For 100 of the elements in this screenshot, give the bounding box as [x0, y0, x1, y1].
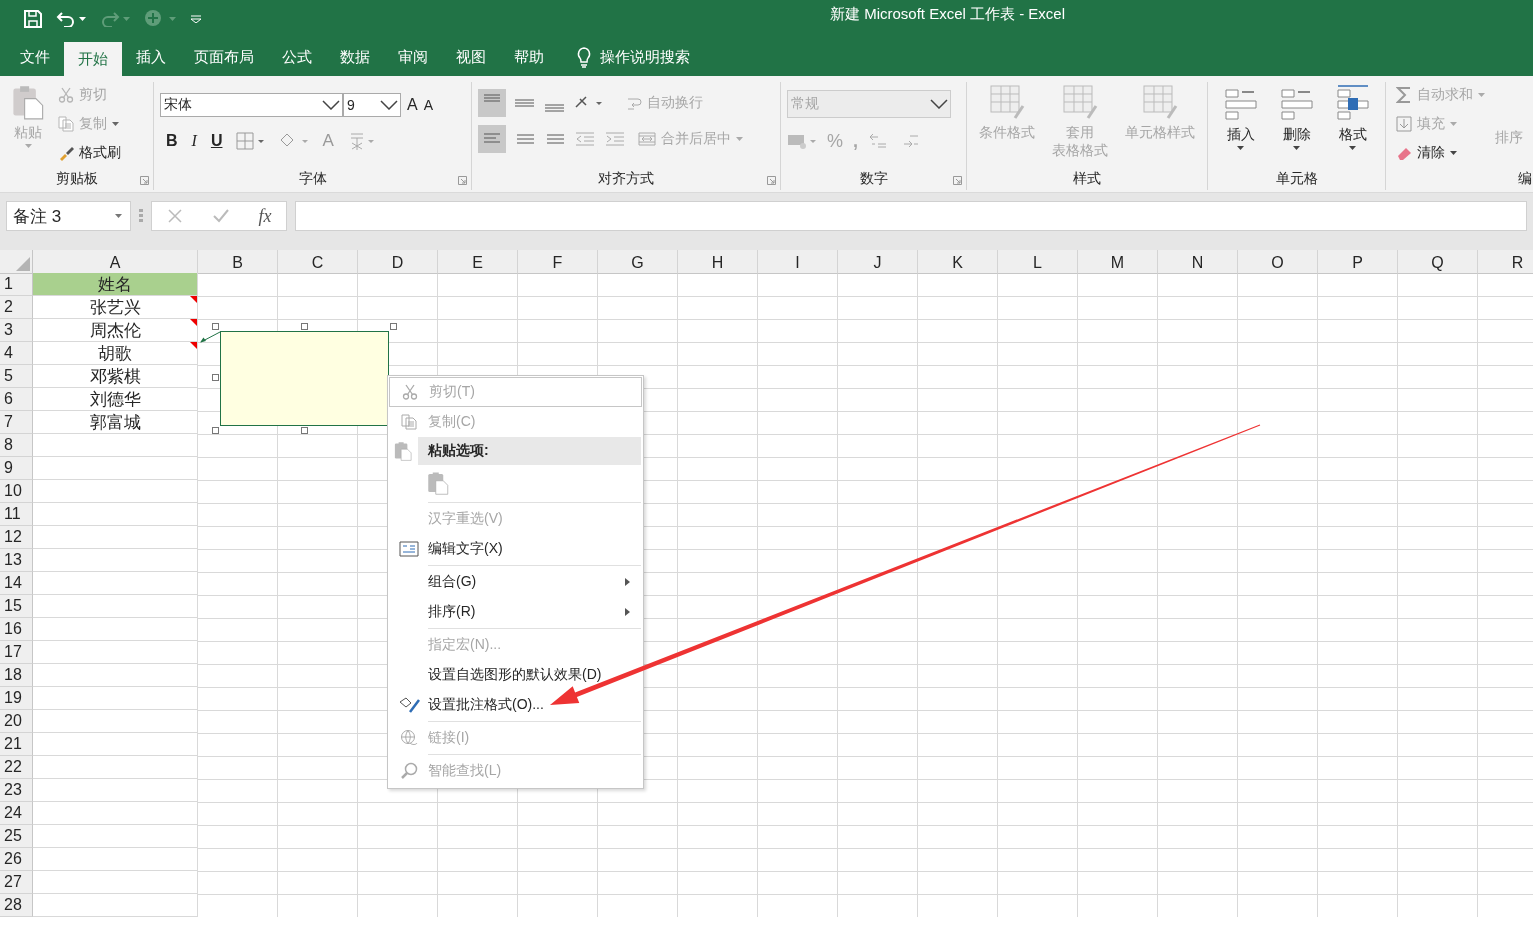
- row-header[interactable]: 14: [0, 572, 33, 595]
- ribbon-tab[interactable]: 视图: [442, 38, 500, 76]
- resize-handle[interactable]: [212, 323, 219, 330]
- row-header[interactable]: 16: [0, 618, 33, 641]
- cells-button[interactable]: 格式: [1329, 82, 1376, 168]
- bold-button[interactable]: B: [166, 132, 178, 150]
- save-icon: [24, 10, 42, 28]
- increase-font-size-button[interactable]: A: [407, 96, 418, 114]
- button-label: 表格格式: [1052, 141, 1108, 159]
- menu-item[interactable]: 组合(G): [389, 567, 642, 597]
- column-header[interactable]: M: [1078, 250, 1158, 274]
- row-header[interactable]: 7: [0, 411, 33, 434]
- table-cell: 周杰伦: [33, 319, 198, 342]
- row-header[interactable]: 11: [0, 503, 33, 526]
- chevron-icon: [322, 100, 340, 110]
- ribbon-tab[interactable]: 审阅: [384, 38, 442, 76]
- column-header[interactable]: F: [518, 250, 598, 274]
- italic-button[interactable]: I: [191, 132, 197, 150]
- column-header[interactable]: L: [998, 250, 1078, 274]
- row-header[interactable]: 17: [0, 641, 33, 664]
- font-size-field[interactable]: 9: [343, 93, 401, 117]
- column-header[interactable]: N: [1158, 250, 1238, 274]
- cancel-icon: [166, 208, 183, 224]
- resize-handle[interactable]: [212, 427, 219, 434]
- column-header[interactable]: O: [1238, 250, 1318, 274]
- format-painter-button[interactable]: 格式刷: [58, 140, 121, 165]
- column-header[interactable]: A: [33, 250, 198, 274]
- copy-icon: [400, 414, 417, 430]
- row-header[interactable]: 2: [0, 296, 33, 319]
- ribbon-tab[interactable]: 页面布局: [180, 38, 268, 76]
- row-header[interactable]: 10: [0, 480, 33, 503]
- align-middle-icon: [514, 99, 536, 107]
- row-header[interactable]: 13: [0, 549, 33, 572]
- table-cell: 邓紫棋: [33, 365, 198, 388]
- cells-button[interactable]: 删除: [1273, 82, 1320, 168]
- column-header[interactable]: H: [678, 250, 758, 274]
- column-header[interactable]: P: [1318, 250, 1398, 274]
- font-name-field[interactable]: 宋体: [160, 93, 343, 117]
- menu-item[interactable]: 设置批注格式(O)...: [389, 690, 642, 720]
- row-header[interactable]: 9: [0, 457, 33, 480]
- column-header[interactable]: R: [1478, 250, 1533, 274]
- row-header[interactable]: 24: [0, 802, 33, 825]
- resize-handle[interactable]: [301, 323, 308, 330]
- column-header[interactable]: K: [918, 250, 998, 274]
- ribbon-tab[interactable]: 数据: [326, 38, 384, 76]
- ribbon-tab[interactable]: 帮助: [500, 38, 558, 76]
- comment-box[interactable]: [220, 331, 389, 426]
- row-header[interactable]: 21: [0, 733, 33, 756]
- column-header[interactable]: E: [438, 250, 518, 274]
- ribbon-tab[interactable]: 插入: [122, 38, 180, 76]
- ribbon-tab[interactable]: 开始: [64, 42, 122, 76]
- ribbon-tab[interactable]: 公式: [268, 38, 326, 76]
- column-header[interactable]: B: [198, 250, 278, 274]
- resize-handle[interactable]: [212, 374, 219, 381]
- row-header[interactable]: 18: [0, 664, 33, 687]
- decrease-font-size-button[interactable]: A: [423, 97, 433, 113]
- chevron-icon: [380, 100, 398, 110]
- customize-toolbar-icon: [190, 15, 202, 23]
- column-header[interactable]: C: [278, 250, 358, 274]
- resize-handle[interactable]: [301, 427, 308, 434]
- align-top-icon: [478, 89, 506, 117]
- menu-item[interactable]: 设置自选图形的默认效果(D): [389, 660, 642, 690]
- row-header[interactable]: 20: [0, 710, 33, 733]
- row-header[interactable]: 23: [0, 779, 33, 802]
- formula-input[interactable]: [295, 201, 1527, 231]
- ribbon-tab[interactable]: 文件: [6, 38, 64, 76]
- row-header[interactable]: 6: [0, 388, 33, 411]
- underline-button[interactable]: U: [210, 132, 223, 150]
- row-header[interactable]: 26: [0, 848, 33, 871]
- row-header[interactable]: 27: [0, 871, 33, 894]
- menu-item[interactable]: 编辑文字(X): [389, 534, 642, 564]
- currency-icon: [787, 132, 817, 150]
- name-box[interactable]: 备注 3: [6, 201, 131, 231]
- row-header[interactable]: 25: [0, 825, 33, 848]
- column-header[interactable]: G: [598, 250, 678, 274]
- row-header[interactable]: 3: [0, 319, 33, 342]
- insert-function-button[interactable]: fx: [258, 205, 272, 227]
- row-header[interactable]: 4: [0, 342, 33, 365]
- row-header[interactable]: 8: [0, 434, 33, 457]
- column-header[interactable]: I: [758, 250, 838, 274]
- row-header[interactable]: 19: [0, 687, 33, 710]
- cells-button[interactable]: 插入: [1217, 82, 1264, 168]
- row-header[interactable]: 22: [0, 756, 33, 779]
- decrease-indent-icon: [574, 131, 596, 147]
- row-header[interactable]: 28: [0, 894, 33, 917]
- clear-button[interactable]: 清除: [1396, 140, 1485, 165]
- menu-item[interactable]: 排序(R): [389, 597, 642, 627]
- lightbulb-icon: [576, 46, 592, 68]
- row-header[interactable]: 15: [0, 595, 33, 618]
- column-header[interactable]: D: [358, 250, 438, 274]
- tell-me-field[interactable]: 操作说明搜索: [600, 47, 690, 67]
- column-header[interactable]: Q: [1398, 250, 1478, 274]
- row-header[interactable]: 1: [0, 273, 33, 296]
- column-header[interactable]: J: [838, 250, 918, 274]
- row-header[interactable]: 12: [0, 526, 33, 549]
- resize-handle[interactable]: [390, 323, 397, 330]
- caret-icon: [1478, 92, 1485, 97]
- caret-icon: [115, 214, 122, 218]
- caret-icon: [736, 137, 743, 141]
- row-header[interactable]: 5: [0, 365, 33, 388]
